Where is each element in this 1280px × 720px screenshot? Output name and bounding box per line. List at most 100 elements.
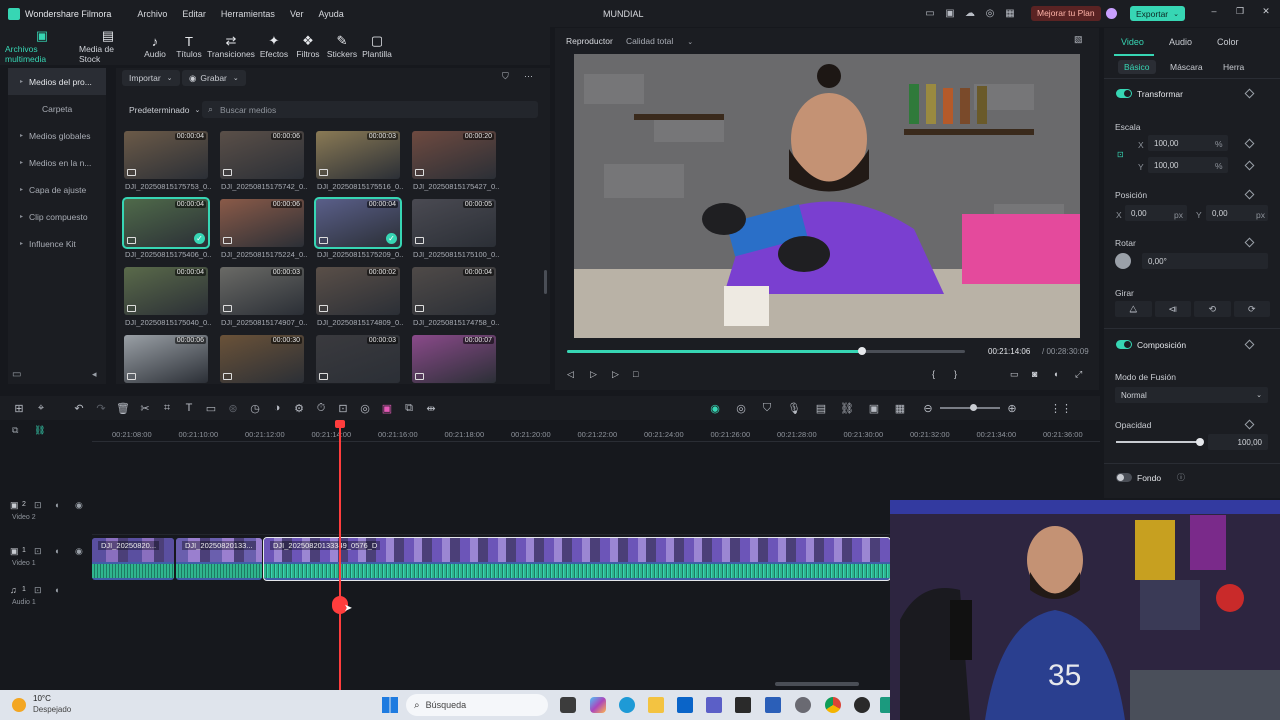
audio-mix-icon[interactable]: ▤ (810, 398, 832, 418)
filmora-taskbar-icon[interactable] (880, 697, 890, 713)
blend-mode-select[interactable]: Normal ⌄ (1115, 387, 1268, 403)
pip-icon[interactable]: ▣ (863, 398, 885, 418)
opacity-handle[interactable] (1196, 438, 1204, 446)
media-thumbnail[interactable]: 00:00:04 (124, 267, 208, 315)
zoom-in-icon[interactable]: ⊕ (1001, 398, 1023, 418)
rotate-dial[interactable] (1115, 253, 1131, 269)
media-thumbnail[interactable]: 00:00:30 (220, 335, 304, 383)
tab-filters[interactable]: ❖ Filtros (291, 27, 325, 65)
speaker-icon[interactable]: ◖ (54, 585, 59, 595)
playhead[interactable] (339, 424, 341, 690)
media-thumbnail[interactable]: 00:00:06 (220, 131, 304, 179)
snap-icon[interactable]: ◉ (704, 398, 726, 418)
outlook-icon[interactable] (677, 697, 693, 713)
support-icon[interactable]: ◎ (980, 3, 1000, 23)
import-button[interactable]: Importar ⌄ (122, 70, 180, 86)
zoom-out-icon[interactable]: ⊖ (917, 398, 939, 418)
player-tab[interactable]: Reproductor (566, 36, 613, 46)
crop-icon[interactable]: ⌗ (156, 398, 178, 418)
stop-icon[interactable]: □ (633, 369, 638, 379)
mark-in-icon[interactable]: { (932, 369, 935, 379)
speaker-icon[interactable]: ◖ (54, 546, 59, 556)
media-thumbnail[interactable]: 00:00:06 (124, 335, 208, 383)
video-clip[interactable]: DJI_20250820... (92, 538, 174, 580)
seek-handle[interactable] (857, 347, 866, 355)
help-icon[interactable]: ⓘ (1177, 472, 1185, 483)
export-button[interactable]: Exportar ⌄ (1130, 6, 1185, 21)
volume-icon[interactable]: ◖ (1053, 369, 1058, 379)
group-icon[interactable]: ⧉ (398, 398, 420, 418)
more-options-icon[interactable]: ⋯ (524, 71, 533, 82)
menu-archivo[interactable]: Archivo (137, 9, 167, 19)
transform-toggle[interactable] (1116, 89, 1132, 98)
storyboard-icon[interactable]: ▦ (889, 398, 911, 418)
subtab-tools[interactable]: Herra (1223, 62, 1244, 72)
video-clip-selected[interactable]: DJI_20250820133349_0576_D (263, 537, 891, 581)
filter-icon[interactable]: ⛉ (502, 71, 509, 82)
ai-icon[interactable]: ⊛ (222, 398, 244, 418)
gift-icon[interactable]: ▦ (1000, 3, 1020, 23)
keyframe-icon[interactable] (1244, 419, 1255, 430)
media-thumbnail[interactable]: 00:00:04 (412, 267, 496, 315)
eye-icon[interactable]: ◉ (75, 546, 83, 557)
undo-icon[interactable]: ↶ (68, 398, 90, 418)
snapshot-view-icon[interactable]: ▧ (1074, 34, 1083, 45)
media-thumbnail[interactable]: 00:00:03 (316, 131, 400, 179)
tab-audio-props[interactable]: Audio (1169, 37, 1192, 47)
word-icon[interactable] (765, 697, 781, 713)
prev-frame-icon[interactable]: ◁ (567, 369, 574, 380)
play-icon[interactable]: ▷ (612, 369, 619, 380)
media-thumbnail[interactable]: 00:00:03 (220, 267, 304, 315)
keyframe-icon[interactable] (1244, 138, 1255, 149)
timeline-h-scrollbar[interactable] (775, 682, 859, 686)
settings-icon[interactable] (795, 697, 811, 713)
explorer-icon[interactable] (648, 697, 664, 713)
subtab-mask[interactable]: Máscara (1170, 62, 1203, 72)
zoom-slider[interactable] (940, 404, 1000, 411)
flip-vertical-icon[interactable]: ⧋ (1115, 301, 1152, 317)
rotate-right-icon[interactable]: ⟳ (1233, 301, 1270, 317)
speaker-icon[interactable]: ◖ (54, 500, 59, 510)
record-button[interactable]: ◉ Grabar ⌄ (182, 70, 246, 86)
shape-icon[interactable]: ▭ (200, 398, 222, 418)
background-toggle[interactable] (1116, 473, 1132, 482)
camera-icon[interactable]: ◙ (1032, 369, 1037, 379)
media-thumbnail[interactable]: 00:00:04 ✓ (314, 197, 402, 249)
mask-icon[interactable]: ◎ (354, 398, 376, 418)
store-icon[interactable] (735, 697, 751, 713)
nav-compound-clip[interactable]: ▸ Clip compuesto (8, 203, 106, 230)
nav-cloud-media[interactable]: ▸ Medios en la n... (8, 149, 106, 176)
file-explorer-icon[interactable] (560, 697, 576, 713)
media-thumbnail[interactable]: 00:00:03 (316, 335, 400, 383)
redo-icon[interactable]: ↷ (90, 398, 112, 418)
delete-icon[interactable]: 🗑 (112, 398, 134, 418)
play-reverse-icon[interactable]: ▷ (590, 369, 597, 380)
lock-icon[interactable]: ⊡ (1117, 150, 1124, 159)
stabilize-icon[interactable]: ⚙ (288, 398, 310, 418)
keyframe-icon[interactable] (1244, 237, 1255, 248)
collapse-panel-icon[interactable]: ◂ (92, 369, 97, 380)
menu-ayuda[interactable]: Ayuda (318, 9, 343, 19)
media-thumbnail[interactable]: 00:00:20 (412, 131, 496, 179)
playhead-top-handle[interactable] (335, 420, 345, 428)
trim-icon[interactable]: ⇹ (420, 398, 442, 418)
zoom-handle[interactable] (970, 404, 977, 411)
media-thumbnail[interactable]: 00:00:02 (316, 267, 400, 315)
nav-influence-kit[interactable]: ▸ Influence Kit (8, 230, 106, 257)
save-icon[interactable]: ▣ (940, 3, 960, 23)
fullscreen-icon[interactable]: ⤢ (1075, 369, 1082, 380)
menu-herramientas[interactable]: Herramientas (221, 9, 275, 19)
nav-adjustment-layer[interactable]: ▸ Capa de ajuste (8, 176, 106, 203)
minimize-icon[interactable]: – (1207, 6, 1221, 16)
opacity-slider[interactable] (1116, 438, 1204, 446)
subtab-basic[interactable]: Básico (1118, 60, 1156, 74)
media-scrollbar[interactable] (544, 270, 547, 294)
new-feature-icon[interactable]: ▣ (376, 398, 398, 418)
lock-icon[interactable]: ⊡ (34, 585, 42, 596)
avatar[interactable] (1106, 8, 1117, 19)
seek-bar[interactable] (567, 347, 965, 355)
chrome-icon[interactable] (825, 697, 841, 713)
select-tool-icon[interactable]: ⌖ (30, 398, 52, 418)
nav-folder[interactable]: Carpeta (8, 95, 106, 122)
rotate-left-icon[interactable]: ⟲ (1194, 301, 1231, 317)
